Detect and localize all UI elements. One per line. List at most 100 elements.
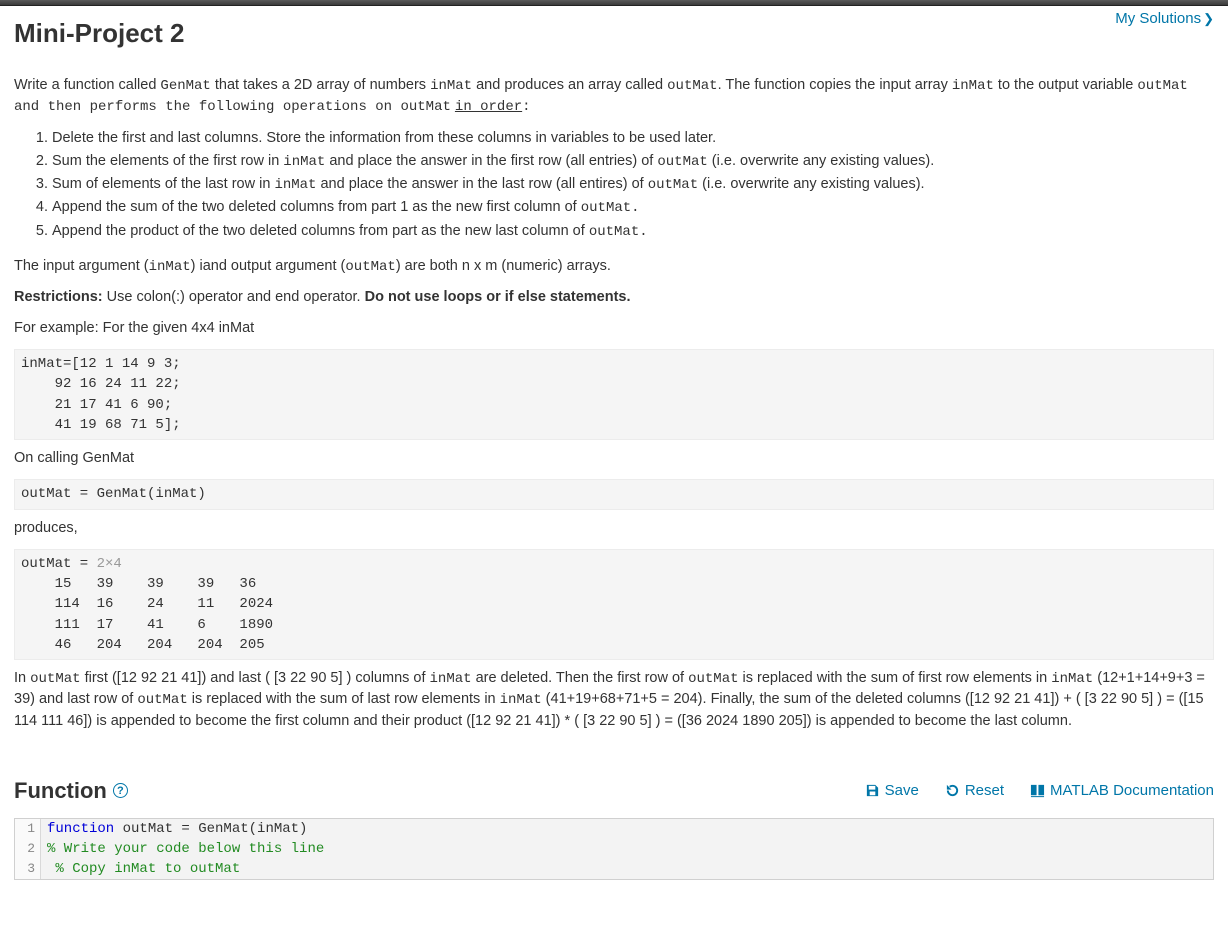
save-label: Save — [885, 782, 919, 799]
code-outmat: outMat — [688, 671, 738, 687]
text: Write a function called — [14, 77, 160, 93]
code-editor[interactable]: 1 function outMat = GenMat(inMat) 2 % Wr… — [14, 818, 1214, 880]
page-content: Mini-Project 2 My Solutions❯ Write a fun… — [0, 6, 1228, 900]
code-inmat: inMat — [283, 154, 325, 170]
heading-text: Function — [14, 778, 107, 804]
header-row: Mini-Project 2 My Solutions❯ — [14, 12, 1214, 67]
text: and produces an array called — [472, 77, 667, 93]
code-line-1: 1 function outMat = GenMat(inMat) — [15, 819, 1213, 839]
code-outmat: outMat — [345, 259, 395, 275]
code-inmat: inMat — [952, 78, 994, 94]
step-1: Delete the first and last columns. Store… — [52, 128, 1214, 149]
line-number: 2 — [15, 839, 41, 859]
line-number: 1 — [15, 819, 41, 839]
comment: % Write your code below this line — [47, 841, 324, 857]
comment: % Copy inMat to outMat — [47, 861, 240, 877]
code-inmat: inMat — [500, 692, 542, 708]
text: outMat = — [21, 556, 97, 572]
code-inmat: inMat — [274, 177, 316, 193]
code-outmat: outMat — [400, 99, 450, 115]
text: to the output variable — [994, 77, 1138, 93]
text-in-order: in order — [455, 99, 522, 115]
text: first ([12 92 21 41]) and last ( [3 22 9… — [81, 670, 430, 686]
text: is replaced with the sum of first row el… — [739, 670, 1052, 686]
docs-link[interactable]: MATLAB Documentation — [1030, 782, 1214, 799]
code-text: outMat = GenMat(inMat) — [114, 821, 307, 837]
text: (i.e. overwrite any existing values). — [708, 153, 934, 169]
text: Delete the first and last columns. Store… — [52, 130, 716, 146]
code-block-output: outMat = 2×4 15 39 39 39 36 114 16 24 11… — [14, 549, 1214, 660]
text: Append the product of the two deleted co… — [52, 223, 589, 239]
step-2: Sum the elements of the first row in inM… — [52, 151, 1214, 172]
code-genmat: GenMat — [160, 78, 210, 94]
text: ) iand output argument ( — [191, 258, 346, 274]
code-outmat: outMat — [667, 78, 717, 94]
save-icon — [865, 783, 880, 798]
text: are deleted. Then the first row of — [472, 670, 689, 686]
text: The input argument ( — [14, 258, 149, 274]
restrictions-bold: Do not use loops or if else statements. — [365, 289, 631, 305]
text: that takes a 2D array of numbers — [211, 77, 430, 93]
restrictions-paragraph: Restrictions: Use colon(:) operator and … — [14, 287, 1214, 308]
step-5: Append the product of the two deleted co… — [52, 221, 1214, 242]
code-outmat: outMat — [657, 154, 707, 170]
output-body: 15 39 39 39 36 114 16 24 11 2024 111 17 … — [21, 576, 273, 653]
restrictions-label: Restrictions: — [14, 289, 103, 305]
refresh-icon — [945, 783, 960, 798]
text: Sum the elements of the first row in — [52, 153, 283, 169]
code-outmat: outMat — [581, 200, 631, 216]
text: ) are both n x m (numeric) arrays. — [396, 258, 611, 274]
keyword: function — [47, 821, 114, 837]
code-line-3: 3 % Copy inMat to outMat — [15, 859, 1213, 879]
code-content[interactable]: % Write your code below this line — [41, 839, 1213, 859]
text: and place the answer in the last row (al… — [316, 176, 647, 192]
step-4: Append the sum of the two deleted column… — [52, 197, 1214, 218]
reset-button[interactable]: Reset — [945, 782, 1004, 799]
intro-paragraph: Write a function called GenMat that take… — [14, 75, 1214, 118]
page-title: Mini-Project 2 — [14, 18, 184, 49]
code-outmat: outMat — [30, 671, 80, 687]
code-block-call: outMat = GenMat(inMat) — [14, 479, 1214, 509]
save-button[interactable]: Save — [865, 782, 919, 799]
text: . The function copies the input array — [718, 77, 952, 93]
calling-text: On calling GenMat — [14, 448, 1214, 469]
text: (i.e. overwrite any existing values). — [698, 176, 924, 192]
code-content[interactable]: % Copy inMat to outMat — [41, 859, 1213, 879]
code-outmat: outMat — [589, 224, 639, 240]
code-content[interactable]: function outMat = GenMat(inMat) — [41, 819, 1213, 839]
text: Sum of elements of the last row in — [52, 176, 274, 192]
my-solutions-link[interactable]: My Solutions❯ — [1115, 10, 1214, 27]
code-inmat: inMat — [1051, 671, 1093, 687]
function-heading: Function ? — [14, 778, 128, 804]
produces-text: produces, — [14, 518, 1214, 539]
text: In — [14, 670, 30, 686]
text-code: and then performs the following operatio… — [14, 99, 400, 115]
my-solutions-label: My Solutions — [1115, 10, 1201, 27]
reset-label: Reset — [965, 782, 1004, 799]
text: . — [639, 224, 647, 240]
args-paragraph: The input argument (inMat) iand output a… — [14, 256, 1214, 277]
step-3: Sum of elements of the last row in inMat… — [52, 174, 1214, 195]
book-icon — [1030, 783, 1045, 798]
code-outmat: outMat — [1137, 78, 1187, 94]
text: and place the answer in the first row (a… — [325, 153, 657, 169]
code-inmat: inMat — [430, 671, 472, 687]
code-outmat: outMat — [648, 177, 698, 193]
chevron-right-icon: ❯ — [1203, 11, 1214, 26]
text: is replaced with the sum of last row ele… — [188, 691, 500, 707]
output-dim: 2×4 — [97, 556, 122, 572]
editor-toolbar: Save Reset MATLAB Documentation — [865, 782, 1214, 799]
help-icon[interactable]: ? — [113, 783, 128, 798]
function-section-header: Function ? Save Reset MATLAB Documenta — [14, 778, 1214, 804]
code-line-2: 2 % Write your code below this line — [15, 839, 1213, 859]
code-inmat: inMat — [149, 259, 191, 275]
code-inmat: inMat — [430, 78, 472, 94]
explain-paragraph: In outMat first ([12 92 21 41]) and last… — [14, 668, 1214, 732]
text: : — [522, 99, 530, 115]
line-number: 3 — [15, 859, 41, 879]
text: Use colon(:) operator and end operator. — [103, 289, 365, 305]
text: Append the sum of the two deleted column… — [52, 199, 581, 215]
text: . — [631, 200, 639, 216]
steps-list: Delete the first and last columns. Store… — [52, 128, 1214, 242]
code-outmat: outMat — [137, 692, 187, 708]
